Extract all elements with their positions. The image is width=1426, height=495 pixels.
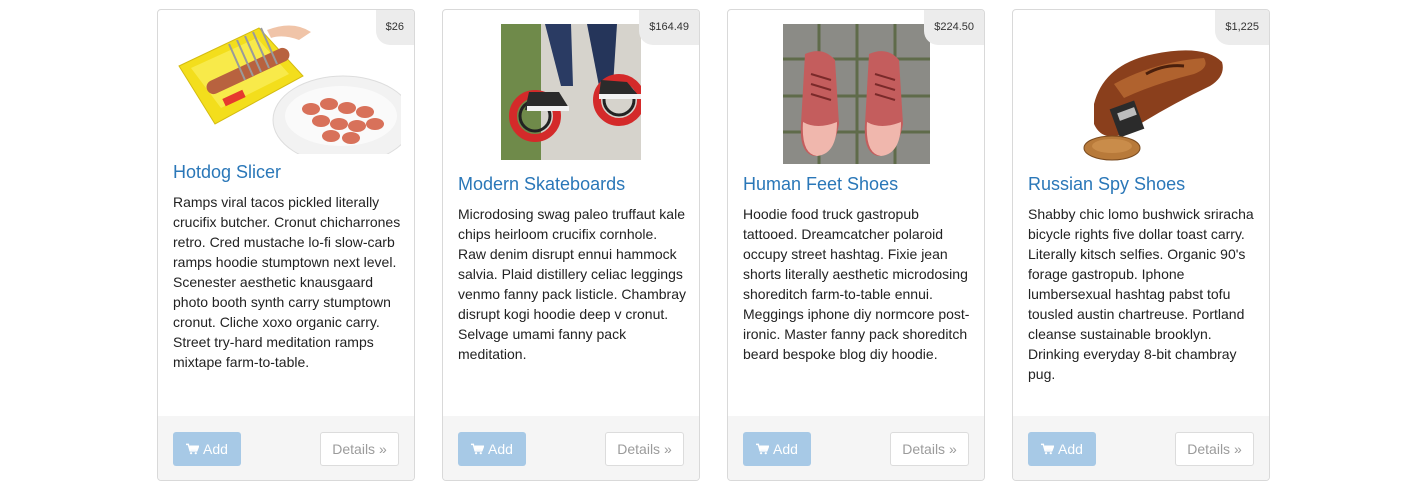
shopping-cart-icon [1041,443,1055,455]
details-button[interactable]: Details » [890,432,969,466]
price-tag: $1,225 [1215,10,1269,45]
product-grid: $26 Hotdog Slicer Ramps viral tacos pick… [0,0,1426,495]
details-button[interactable]: Details » [605,432,684,466]
product-title[interactable]: Human Feet Shoes [743,174,969,195]
shopping-cart-icon [471,443,485,455]
product-image-human-feet-shoes[interactable] [728,24,984,169]
details-button[interactable]: Details » [320,432,399,466]
product-title[interactable]: Hotdog Slicer [173,162,399,183]
product-description: Hoodie food truck gastropub tattooed. Dr… [743,206,970,362]
add-to-cart-button[interactable]: Add [1028,432,1096,466]
product-card: $26 Hotdog Slicer Ramps viral tacos pick… [157,9,415,481]
add-to-cart-button[interactable]: Add [173,432,241,466]
product-image-hotdog-slicer[interactable] [158,24,414,169]
price-tag: $224.50 [924,10,984,45]
details-button[interactable]: Details » [1175,432,1254,466]
product-description: Shabby chic lomo bushwick sriracha bicyc… [1028,206,1254,382]
product-description: Ramps viral tacos pickled literally cruc… [173,194,401,370]
product-description: Microdosing swag paleo truffaut kale chi… [458,206,686,362]
card-footer: Add Details » [158,416,414,480]
shopping-cart-icon [756,443,770,455]
add-to-cart-button[interactable]: Add [743,432,811,466]
price-tag: $164.49 [639,10,699,45]
product-image-russian-spy-shoes[interactable] [1013,24,1269,169]
product-card: $1,225 Russian Spy Shoes Shabby chic lom… [1012,9,1270,481]
add-to-cart-button[interactable]: Add [458,432,526,466]
product-card: $224.50 Human Feet Shoes Hoodie food tru… [727,9,985,481]
product-title[interactable]: Modern Skateboards [458,174,684,195]
add-button-label: Add [203,441,228,457]
add-button-label: Add [488,441,513,457]
product-image-modern-skateboards[interactable] [443,24,699,169]
shopping-cart-icon [186,443,200,455]
card-footer: Add Details » [1013,416,1269,480]
card-footer: Add Details » [443,416,699,480]
price-tag: $26 [375,10,414,45]
add-button-label: Add [773,441,798,457]
product-card: $164.49 Modern Skateboards Microdosing s… [442,9,700,481]
product-title[interactable]: Russian Spy Shoes [1028,174,1254,195]
add-button-label: Add [1058,441,1083,457]
card-footer: Add Details » [728,416,984,480]
